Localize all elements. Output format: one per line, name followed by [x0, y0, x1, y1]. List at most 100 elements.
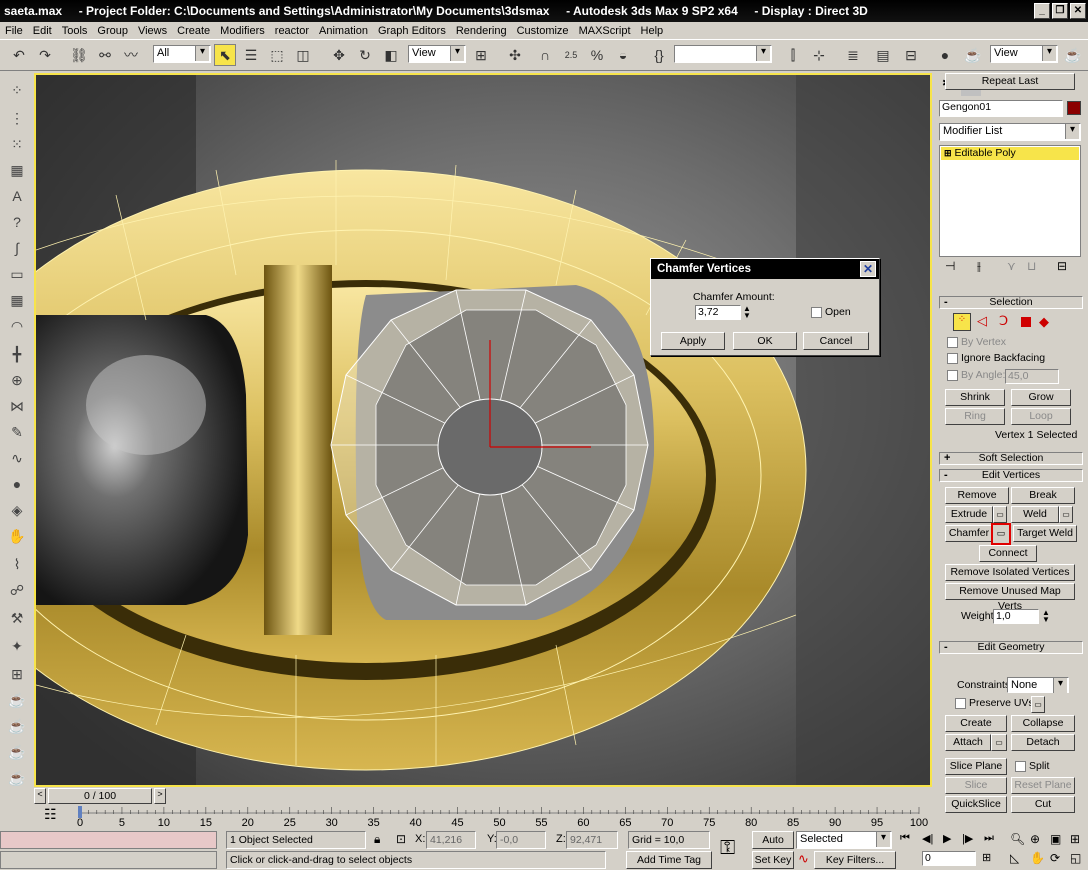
current-frame-marker[interactable]: [78, 806, 82, 818]
go-to-start-icon[interactable]: ⏮: [900, 832, 910, 845]
teapot-c-icon[interactable]: ☕: [6, 741, 28, 763]
edge-mode-icon[interactable]: ◁: [977, 313, 987, 329]
snaps-toggle-icon[interactable]: ∩: [534, 44, 556, 66]
select-and-move-icon[interactable]: ✥: [328, 44, 350, 66]
rectangular-selection-icon[interactable]: ⬚: [266, 44, 288, 66]
cancel-button[interactable]: Cancel: [803, 332, 869, 350]
mirror-tool-icon[interactable]: ⋈: [6, 395, 28, 417]
apply-button[interactable]: Apply: [661, 332, 725, 350]
go-to-end-icon[interactable]: ⏭: [984, 832, 994, 845]
orbit-icon[interactable]: ⟳: [1050, 851, 1060, 865]
named-selection-dropdown[interactable]: [674, 45, 772, 63]
teapot-d-icon[interactable]: ☕: [6, 767, 28, 789]
select-and-link-icon[interactable]: ⛓: [68, 44, 90, 66]
menu-file[interactable]: File: [0, 25, 28, 37]
selection-rollout-header[interactable]: - Selection: [939, 296, 1083, 309]
chamfer-button[interactable]: Chamfer: [945, 525, 993, 542]
angle-field[interactable]: 45,0: [1005, 369, 1059, 384]
pivot-center-icon[interactable]: ⊞: [470, 44, 492, 66]
soft-selection-rollout-header[interactable]: + Soft Selection: [939, 452, 1083, 465]
pin-stack-icon[interactable]: ⊣: [945, 259, 955, 273]
collapse-button[interactable]: Collapse: [1011, 715, 1075, 732]
y-coordinate-field[interactable]: -0,0: [496, 831, 546, 849]
curve-editor-icon[interactable]: ▤: [872, 44, 894, 66]
slice-plane-button[interactable]: Slice Plane: [945, 758, 1007, 775]
polygon-mode-icon[interactable]: [1021, 317, 1031, 327]
teapot-b-icon[interactable]: ☕: [6, 715, 28, 737]
close-button[interactable]: ✕: [1070, 3, 1086, 19]
restore-button[interactable]: ❐: [1052, 3, 1068, 19]
by-vertex-box[interactable]: [947, 336, 958, 348]
extrude-button[interactable]: Extrude: [945, 506, 993, 523]
render-setup-icon[interactable]: ☕: [962, 44, 984, 66]
connect-button[interactable]: Connect: [979, 545, 1037, 562]
absolute-mode-icon[interactable]: ⊡: [396, 832, 406, 846]
break-button[interactable]: Break: [1011, 487, 1075, 504]
time-config-icon[interactable]: ⊞: [982, 851, 991, 864]
time-prev-icon[interactable]: <: [34, 788, 46, 804]
menu-maxscript[interactable]: MAXScript: [574, 25, 636, 37]
perspective-viewport[interactable]: [34, 73, 932, 787]
menu-help[interactable]: Help: [636, 25, 669, 37]
time-slider[interactable]: < 0 / 100 >: [34, 788, 932, 804]
axis-icon[interactable]: ╋: [6, 343, 28, 365]
schematic-view-icon[interactable]: ⊟: [900, 44, 922, 66]
object-color-swatch[interactable]: [1067, 101, 1081, 115]
menu-rendering[interactable]: Rendering: [451, 25, 512, 37]
dialog-title-bar[interactable]: Chamfer Vertices ✕: [651, 259, 879, 279]
reset-plane-button[interactable]: Reset Plane: [1011, 777, 1075, 794]
zoom-all-icon[interactable]: ⊕: [1030, 832, 1040, 846]
selection-lock-icon[interactable]: 🔒︎: [374, 832, 380, 847]
ignore-backfacing-box[interactable]: [947, 352, 958, 364]
modifier-list-dropdown[interactable]: Modifier List: [939, 123, 1081, 141]
dialog-close-icon[interactable]: ✕: [860, 261, 876, 277]
repeat-last-button[interactable]: Repeat Last: [945, 73, 1075, 90]
select-by-name-icon[interactable]: ☰: [240, 44, 262, 66]
wave-icon[interactable]: ∿: [6, 447, 28, 469]
maxscript-listener-mini[interactable]: [0, 831, 217, 849]
loop-button[interactable]: Loop: [1011, 408, 1071, 425]
menu-views[interactable]: Views: [133, 25, 172, 37]
paint-icon[interactable]: ✎: [6, 421, 28, 443]
chamfer-settings-icon[interactable]: ▭: [991, 523, 1011, 545]
window-crossing-icon[interactable]: ◫: [292, 44, 314, 66]
time-slider-thumb[interactable]: 0 / 100: [48, 788, 152, 804]
set-key-mode-icon[interactable]: ⚿: [720, 837, 735, 860]
table-icon[interactable]: ⊞: [6, 663, 28, 685]
menu-reactor[interactable]: reactor: [270, 25, 314, 37]
maxscript-output-mini[interactable]: [0, 851, 217, 869]
slice-button[interactable]: Slice: [945, 777, 1007, 794]
align-icon[interactable]: ⊹: [808, 44, 830, 66]
by-vertex-checkbox[interactable]: By Vertex: [947, 336, 1006, 348]
open-checkbox-box[interactable]: [811, 306, 822, 318]
attach-button[interactable]: Attach: [945, 734, 991, 751]
zoom-extents-all-icon[interactable]: ⊞: [1070, 832, 1080, 846]
quickslice-button[interactable]: QuickSlice: [945, 796, 1007, 813]
menu-modifiers[interactable]: Modifiers: [215, 25, 270, 37]
detach-button[interactable]: Detach: [1011, 734, 1075, 751]
sphere-icon[interactable]: ●: [6, 473, 28, 495]
x-coordinate-field[interactable]: 41,216: [426, 831, 476, 849]
grow-button[interactable]: Grow: [1011, 389, 1071, 406]
constraint-icon[interactable]: ⋮: [6, 107, 28, 129]
pipe-icon[interactable]: ⌇: [6, 553, 28, 575]
ring-button[interactable]: Ring: [945, 408, 1005, 425]
zoom-icon[interactable]: 🔍︎: [1010, 832, 1025, 846]
expand-icon[interactable]: ⊞: [944, 148, 952, 158]
by-angle-checkbox[interactable]: By Angle:: [947, 369, 1005, 381]
edit-geometry-rollout-header[interactable]: - Edit Geometry: [939, 641, 1083, 654]
make-unique-icon[interactable]: ⋎: [1007, 259, 1016, 273]
help-icon[interactable]: ?: [6, 211, 28, 233]
weight-spinner[interactable]: ▲ ▼: [1042, 609, 1050, 624]
percent-snap-icon[interactable]: %: [586, 44, 608, 66]
minimize-button[interactable]: _: [1034, 3, 1050, 19]
zoom-extents-icon[interactable]: ▣: [1050, 832, 1061, 846]
configure-modifier-sets-icon[interactable]: ⊟: [1057, 259, 1067, 273]
auto-key-button[interactable]: Auto Key: [752, 831, 794, 862]
select-object-icon[interactable]: ⬉: [214, 44, 236, 66]
particle-icon[interactable]: ⁘: [6, 79, 28, 101]
previous-frame-icon[interactable]: ◀|: [922, 832, 933, 845]
menu-animation[interactable]: Animation: [314, 25, 373, 37]
play-icon[interactable]: ▶: [943, 832, 951, 845]
key-filters-curve-icon[interactable]: ∿: [798, 851, 809, 867]
